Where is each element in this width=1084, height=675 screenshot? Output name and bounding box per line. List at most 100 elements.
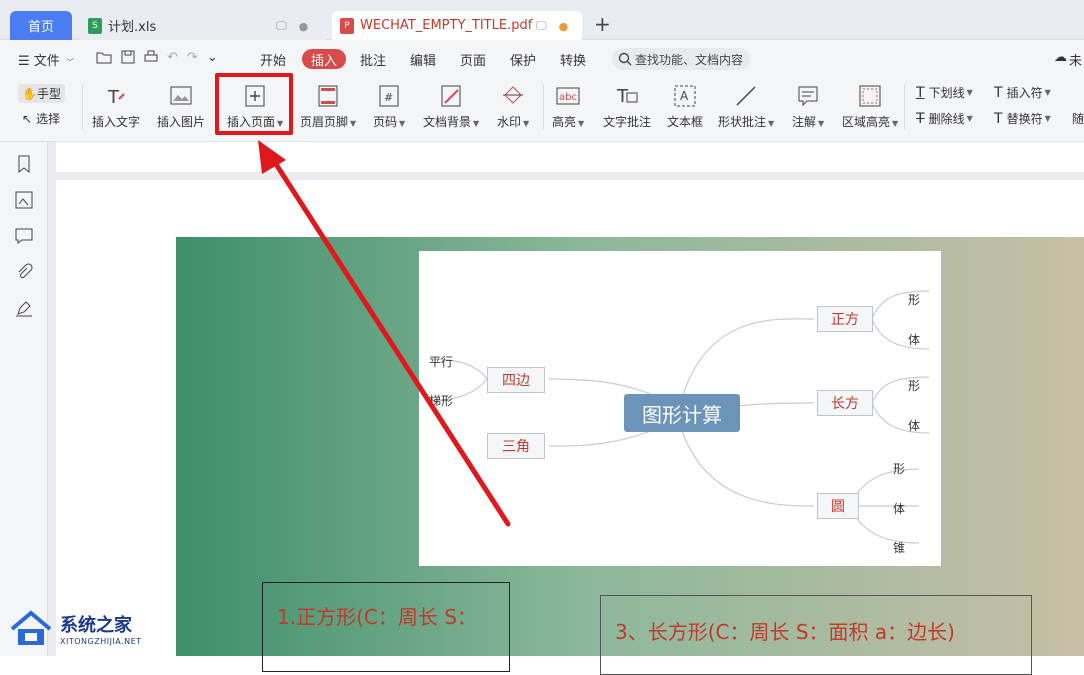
leaf-parallelogram: 平行 bbox=[429, 355, 454, 369]
svg-text:T: T bbox=[107, 87, 120, 107]
caret-down-icon: ▼ bbox=[768, 119, 775, 128]
menu-page[interactable]: 页面 bbox=[460, 50, 486, 69]
tab-xls-file[interactable]: S 计划.xls 🖵 ● bbox=[80, 11, 326, 40]
insert-image-button[interactable]: 插入图片 bbox=[157, 78, 205, 134]
dropdown-icon[interactable]: ⌄ bbox=[207, 50, 218, 65]
area-highlight-button[interactable]: 区域高亮 ▼ bbox=[842, 78, 898, 134]
text-box-icon: A bbox=[673, 84, 697, 108]
leaf-rect-solid: 体 bbox=[908, 419, 921, 433]
menu-start[interactable]: 开始 bbox=[260, 50, 286, 69]
redo-icon[interactable]: ↷ bbox=[187, 50, 198, 65]
text-comment-button[interactable]: T 文字批注 bbox=[603, 78, 651, 134]
text-icon: T bbox=[104, 84, 128, 108]
page-number-icon: # bbox=[377, 84, 401, 108]
menu-convert[interactable]: 转换 bbox=[560, 50, 586, 69]
replace-char-button[interactable]: T 替换符 ▼ bbox=[994, 110, 1051, 127]
site-watermark: 系统之家 XITONGZHIJIA.NET bbox=[8, 604, 168, 652]
divider bbox=[904, 84, 905, 130]
tab-pdf-label: WECHAT_EMPTY_TITLE.pdf bbox=[360, 18, 533, 33]
tab-home[interactable]: 首页 bbox=[10, 11, 72, 40]
quick-access-bar: ↶ ↷ ⌄ bbox=[96, 50, 218, 65]
signature-icon[interactable] bbox=[14, 298, 34, 318]
divider bbox=[82, 84, 83, 130]
underline-button[interactable]: T 下划线 ▼ bbox=[916, 84, 973, 101]
hamburger-icon: ☰ bbox=[18, 54, 30, 69]
menu-protect[interactable]: 保护 bbox=[510, 50, 536, 69]
node-circle: 圆 bbox=[817, 493, 859, 519]
toolbar-overflow-item[interactable]: 随 bbox=[1072, 110, 1084, 127]
leaf-square-shape: 形 bbox=[908, 293, 921, 307]
highlight-frame bbox=[215, 73, 293, 135]
strikethrough-label: 删除线 bbox=[928, 112, 965, 126]
monitor-icon[interactable]: 🖵 bbox=[276, 19, 287, 33]
tab-xls-controls: 🖵 ● bbox=[276, 19, 308, 33]
node-triangle: 三角 bbox=[487, 433, 545, 459]
cloud-status[interactable]: ☁ 未 bbox=[1054, 50, 1082, 69]
unsaved-dot-icon: ● bbox=[558, 19, 569, 33]
caret-down-icon: ▼ bbox=[818, 119, 825, 128]
menu-comment[interactable]: 批注 bbox=[360, 50, 386, 69]
caret-down-icon: ▼ bbox=[523, 119, 530, 128]
caret-down-icon: ▼ bbox=[1044, 88, 1051, 97]
svg-text:A: A bbox=[680, 89, 689, 103]
insert-text-button[interactable]: T 插入文字 bbox=[92, 78, 140, 134]
chevron-down-icon: ﹀ bbox=[65, 58, 74, 67]
formula-box-square: 1.正方形(C：周长 S： bbox=[262, 582, 510, 672]
leaf-circle-shape: 形 bbox=[893, 462, 906, 476]
insert-char-label: 插入符 bbox=[1006, 86, 1043, 100]
undo-icon[interactable]: ↶ bbox=[167, 50, 178, 65]
watermark-label: 水印 bbox=[497, 115, 522, 129]
caret-down-icon: ▼ bbox=[350, 119, 357, 128]
leaf-rect-shape: 形 bbox=[908, 379, 921, 393]
comment-icon[interactable] bbox=[14, 226, 34, 246]
save-icon[interactable] bbox=[121, 50, 135, 64]
strikethrough-button[interactable]: T 删除线 ▼ bbox=[916, 110, 973, 127]
text-box-button[interactable]: A 文本框 bbox=[667, 78, 703, 134]
area-highlight-label: 区域高亮 bbox=[842, 115, 891, 129]
shape-comment-button[interactable]: 形状批注 ▼ bbox=[718, 78, 774, 134]
attachment-icon[interactable] bbox=[14, 262, 34, 282]
page-number-button[interactable]: # 页码 ▼ bbox=[373, 78, 405, 134]
house-logo-icon bbox=[10, 610, 52, 645]
shape-comment-label: 形状批注 bbox=[718, 115, 767, 129]
caret-down-icon: ▼ bbox=[473, 119, 480, 128]
page-number-label: 页码 bbox=[373, 115, 398, 129]
menu-edit[interactable]: 编辑 bbox=[410, 50, 436, 69]
annotation-button[interactable]: 注解 ▼ bbox=[792, 78, 824, 134]
svg-text:#: # bbox=[384, 91, 393, 104]
svg-text:abc: abc bbox=[559, 92, 577, 103]
dot-icon: ● bbox=[298, 19, 309, 33]
caret-down-icon: ▼ bbox=[966, 88, 973, 97]
highlight-button[interactable]: abc 高亮 ▼ bbox=[552, 78, 584, 134]
print-icon[interactable] bbox=[144, 50, 158, 64]
doc-background-button[interactable]: 文档背景 ▼ bbox=[423, 78, 479, 134]
insert-char-button[interactable]: T 插入符 ▼ bbox=[994, 84, 1051, 101]
cloud-icon: ☁ bbox=[1054, 50, 1067, 65]
watermark-button[interactable]: 水印 ▼ bbox=[497, 78, 529, 134]
bookmark-icon[interactable] bbox=[14, 154, 34, 174]
insert-image-label: 插入图片 bbox=[157, 115, 206, 129]
tab-bar: 首页 S 计划.xls 🖵 ● P WECHAT_EMPTY_TITLE.pdf… bbox=[0, 0, 1084, 40]
open-folder-icon[interactable] bbox=[96, 50, 112, 64]
hand-tool-label: 手型 bbox=[36, 87, 61, 101]
select-tool-label: 选择 bbox=[36, 112, 61, 126]
insert-char-icon: T bbox=[994, 84, 1003, 101]
text-comment-icon: T bbox=[615, 84, 639, 108]
divider bbox=[543, 84, 544, 130]
menu-insert[interactable]: 插入 bbox=[302, 49, 346, 69]
header-footer-button[interactable]: 页眉页脚 ▼ bbox=[300, 78, 356, 134]
node-quad: 四边 bbox=[487, 367, 545, 393]
select-tool-button[interactable]: ↖ 选择 bbox=[22, 110, 60, 127]
search-input[interactable]: 查找功能、文档内容 bbox=[612, 48, 750, 70]
tab-pdf-file[interactable]: P WECHAT_EMPTY_TITLE.pdf 🖵 ● bbox=[332, 11, 582, 40]
file-menu[interactable]: ☰ 文件 ﹀ bbox=[18, 50, 74, 69]
file-menu-label: 文件 bbox=[33, 54, 60, 69]
image-icon bbox=[169, 84, 193, 108]
thumbnail-icon[interactable] bbox=[14, 190, 34, 210]
hand-tool-button[interactable]: ✋ 手型 bbox=[18, 84, 65, 103]
caret-down-icon: ▼ bbox=[578, 119, 585, 128]
header-footer-icon bbox=[316, 84, 340, 108]
new-tab-button[interactable]: + bbox=[594, 12, 611, 36]
monitor-icon[interactable]: 🖵 bbox=[536, 19, 547, 33]
pdf-icon: P bbox=[340, 17, 354, 34]
